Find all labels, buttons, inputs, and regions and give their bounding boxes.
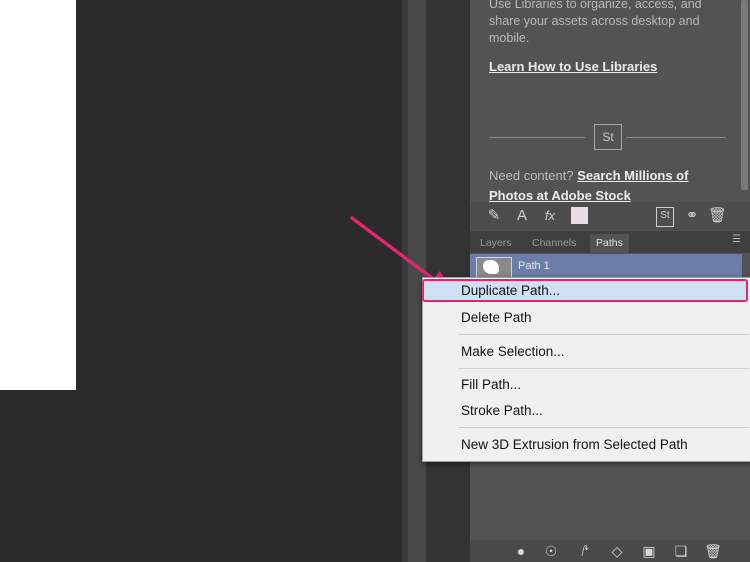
learn-libraries-link[interactable]: Learn How to Use Libraries xyxy=(489,59,657,74)
adobe-stock-badge: St xyxy=(594,124,622,150)
add-graphic-icon[interactable]: ✎ xyxy=(484,207,504,225)
panel-tabs: Layers Channels Paths ☰ xyxy=(470,231,750,253)
menu-separator xyxy=(459,334,749,335)
divider-left xyxy=(489,137,585,138)
fill-path-icon[interactable]: ● xyxy=(512,543,530,559)
need-content-label: Need content? xyxy=(489,168,574,183)
panel-menu-icon[interactable]: ☰ xyxy=(732,234,741,245)
menu-item-fill-path[interactable]: Fill Path... xyxy=(461,376,521,394)
libraries-intro-text: Use Libraries to organize, access, and s… xyxy=(489,0,702,45)
trash-icon[interactable]: 🗑 xyxy=(708,207,727,225)
make-work-path-icon[interactable]: ◇ xyxy=(608,543,626,559)
tab-layers[interactable]: Layers xyxy=(474,234,518,253)
divider-right xyxy=(626,137,726,138)
libraries-scrollbar[interactable] xyxy=(741,0,748,190)
new-path-icon[interactable]: ❏ xyxy=(672,543,690,559)
path-thumbnail xyxy=(476,257,512,279)
add-color-swatch-icon[interactable] xyxy=(571,207,588,224)
creative-cloud-icon[interactable]: ⚭ xyxy=(682,207,702,225)
menu-separator xyxy=(459,427,749,428)
add-text-icon[interactable]: A xyxy=(514,207,530,225)
document-canvas[interactable] xyxy=(0,0,76,390)
document-canvas-area[interactable] xyxy=(0,0,408,562)
stroke-path-icon[interactable]: ☉ xyxy=(542,543,560,559)
menu-item-3d-extrusion[interactable]: New 3D Extrusion from Selected Path xyxy=(461,436,688,454)
libraries-toolbar: ✎ A fx St ⚭ 🗑 xyxy=(470,202,750,230)
paths-context-menu: Duplicate Path... Delete Path Make Selec… xyxy=(422,277,750,462)
paths-bottom-toolbar: ● ☉ ⭚ ◇ ▣ ❏ 🗑 xyxy=(470,540,750,562)
need-content-text: Need content? Search Millions of Photos … xyxy=(489,166,734,206)
duplicate-path-highlight-label[interactable]: Duplicate Path... xyxy=(461,282,560,300)
menu-item-stroke-path[interactable]: Stroke Path... xyxy=(461,402,543,420)
add-effect-icon[interactable]: fx xyxy=(540,207,560,225)
path-name: Path 1 xyxy=(518,260,550,272)
tab-paths[interactable]: Paths xyxy=(590,234,629,253)
load-selection-icon[interactable]: ⭚ xyxy=(576,543,594,559)
tab-channels[interactable]: Channels xyxy=(526,234,582,253)
menu-separator xyxy=(459,368,749,369)
menu-item-make-selection[interactable]: Make Selection... xyxy=(461,343,565,361)
menu-item-delete-path[interactable]: Delete Path xyxy=(461,309,532,327)
add-mask-icon[interactable]: ▣ xyxy=(640,543,658,559)
delete-path-icon[interactable]: 🗑 xyxy=(704,543,722,559)
stock-icon[interactable]: St xyxy=(656,207,674,227)
